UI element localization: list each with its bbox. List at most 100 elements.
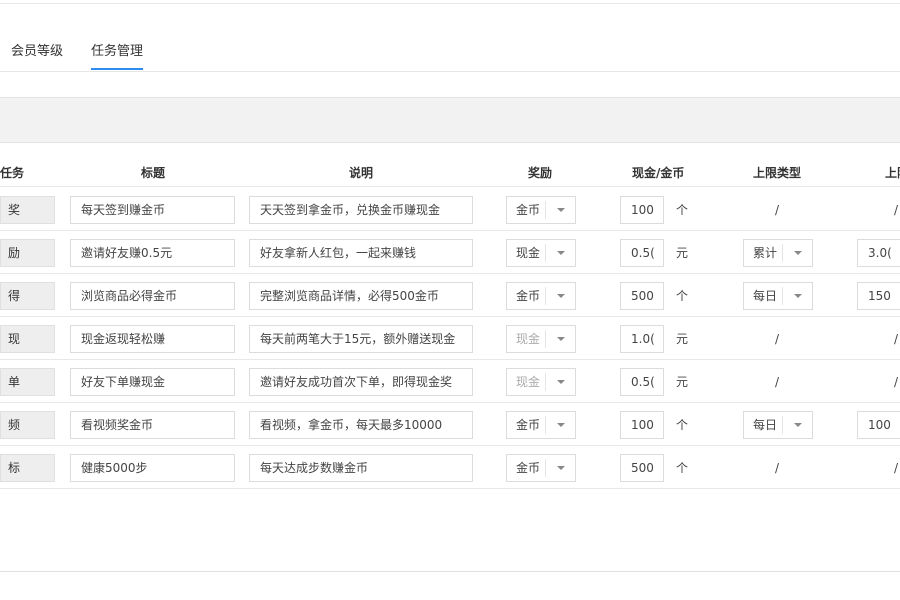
task-name-cell: 频: [0, 411, 55, 439]
toolbar-area: [0, 97, 900, 143]
title-input[interactable]: 看视频奖金币: [70, 411, 235, 439]
select-divider: [545, 287, 546, 305]
task-name-cell: 奖: [0, 196, 55, 224]
chevron-down-icon: [794, 423, 802, 427]
task-name-text: 现: [7, 332, 20, 346]
description-input[interactable]: 每天达成步数赚金币: [249, 454, 473, 482]
title-input[interactable]: 好友下单赚现金: [70, 368, 235, 396]
select-divider: [782, 287, 783, 305]
reward-select[interactable]: 金币: [506, 454, 576, 482]
task-name-text: 频: [7, 418, 20, 432]
amount-input[interactable]: 0.5(: [620, 368, 664, 396]
reward-select[interactable]: 金币: [506, 196, 576, 224]
limit-type-select-value: 每日: [753, 289, 778, 303]
header-limit: 上限: [885, 166, 900, 180]
reward-select[interactable]: 现金: [506, 239, 576, 267]
table-row: 频 看视频奖金币 看视频，拿金币，每天最多10000 金币 100 个 每日 100: [0, 402, 900, 446]
title-input[interactable]: 健康5000步: [70, 454, 235, 482]
chevron-down-icon: [557, 423, 565, 427]
table-row: 奖 每天签到赚金币 天天签到拿金币，兑换金币赚现金 金币 100 个 / /: [0, 187, 900, 231]
description-input[interactable]: 好友拿新人红包，一起来赚钱: [249, 239, 473, 267]
table-row: 单 好友下单赚现金 邀请好友成功首次下单，即得现金奖 现金 0.5(元 / /: [0, 359, 900, 403]
amount-input[interactable]: 100: [620, 196, 664, 224]
header-description: 说明: [349, 166, 374, 180]
description-input[interactable]: 完整浏览商品详情，必得500金币: [249, 282, 473, 310]
header-cash-coin: 现金/金币: [632, 166, 685, 180]
select-divider: [782, 416, 783, 434]
amount-unit: 元: [676, 246, 689, 260]
amount-unit: 个: [676, 461, 689, 475]
top-divider: [0, 3, 900, 4]
task-name-text: 奖: [7, 203, 20, 217]
limit-type-select-value: 每日: [753, 418, 778, 432]
title-input[interactable]: 邀请好友赚0.5元: [70, 239, 235, 267]
amount-input[interactable]: 0.5(: [620, 239, 664, 267]
description-input[interactable]: 天天签到拿金币，兑换金币赚现金: [249, 196, 473, 224]
limit-type-select-value: 累计: [753, 246, 778, 260]
table-row: 现 现金返现轻松赚 每天前两笔大于15元，额外赠送现金 现金 1.0(元 / /: [0, 316, 900, 360]
limit-type-empty: /: [775, 461, 780, 475]
header-limit-type: 上限类型: [753, 166, 802, 180]
reward-select[interactable]: 现金: [506, 368, 576, 396]
limit-input[interactable]: 150: [857, 282, 900, 310]
amount-input[interactable]: 500: [620, 454, 664, 482]
amount-input[interactable]: 100: [620, 411, 664, 439]
bottom-divider: [0, 571, 900, 572]
limit-empty: /: [894, 461, 899, 475]
limit-type-empty: /: [775, 375, 780, 389]
reward-select-value: 现金: [516, 246, 541, 260]
reward-select-value: 现金: [516, 332, 541, 346]
limit-empty: /: [894, 203, 899, 217]
limit-input[interactable]: 100: [857, 411, 900, 439]
limit-type-empty: /: [775, 203, 780, 217]
table-header: 任务 标题 说明 奖励 现金/金币 上限类型 上限: [0, 158, 900, 187]
reward-select-value: 金币: [516, 418, 541, 432]
reward-select[interactable]: 现金: [506, 325, 576, 353]
title-input[interactable]: 现金返现轻松赚: [70, 325, 235, 353]
limit-type-select[interactable]: 每日: [743, 282, 813, 310]
select-divider: [545, 416, 546, 434]
header-task: 任务: [0, 166, 25, 180]
limit-empty: /: [894, 375, 899, 389]
tab-task-management[interactable]: 任务管理: [91, 40, 144, 70]
limit-empty: /: [894, 332, 899, 346]
description-input[interactable]: 每天前两笔大于15元，额外赠送现金: [249, 325, 473, 353]
chevron-down-icon: [794, 251, 802, 255]
select-divider: [545, 459, 546, 477]
chevron-down-icon: [557, 337, 565, 341]
select-divider: [782, 244, 783, 262]
table-row: 励 邀请好友赚0.5元 好友拿新人红包，一起来赚钱 现金 0.5( 元 累计 3.0(: [0, 230, 900, 274]
amount-unit: 个: [676, 289, 689, 303]
amount-unit: 个: [676, 203, 689, 217]
task-name-cell: 励: [0, 239, 55, 267]
amount-input[interactable]: 1.0(: [620, 325, 664, 353]
tab-member-level[interactable]: 会员等级: [11, 40, 63, 59]
task-name-cell: 得: [0, 282, 55, 310]
header-reward: 奖励: [528, 166, 553, 180]
select-divider: [545, 201, 546, 219]
reward-select[interactable]: 金币: [506, 282, 576, 310]
title-input[interactable]: 浏览商品必得金币: [70, 282, 235, 310]
task-name-text: 得: [7, 289, 20, 303]
chevron-down-icon: [557, 208, 565, 212]
reward-select-value: 现金: [516, 375, 541, 389]
limit-input[interactable]: 3.0(: [857, 239, 900, 267]
task-name-cell: 标: [0, 454, 55, 482]
limit-type-select[interactable]: 每日: [743, 411, 813, 439]
table-row: 标 健康5000步 每天达成步数赚金币 金币 500 个 / /: [0, 445, 900, 489]
task-name-text: 励: [7, 246, 20, 260]
select-divider: [545, 244, 546, 262]
reward-select[interactable]: 金币: [506, 411, 576, 439]
title-input[interactable]: 每天签到赚金币: [70, 196, 235, 224]
task-name-cell: 单: [0, 368, 55, 396]
task-name-text: 单: [7, 375, 20, 389]
select-divider: [545, 330, 546, 348]
description-input[interactable]: 看视频，拿金币，每天最多10000: [249, 411, 473, 439]
limit-type-select[interactable]: 累计: [743, 239, 813, 267]
tab-bar: 会员等级 任务管理: [0, 30, 900, 72]
chevron-down-icon: [557, 466, 565, 470]
description-input[interactable]: 邀请好友成功首次下单，即得现金奖: [249, 368, 473, 396]
reward-select-value: 金币: [516, 461, 541, 475]
select-divider: [545, 373, 546, 391]
amount-input[interactable]: 500: [620, 282, 664, 310]
